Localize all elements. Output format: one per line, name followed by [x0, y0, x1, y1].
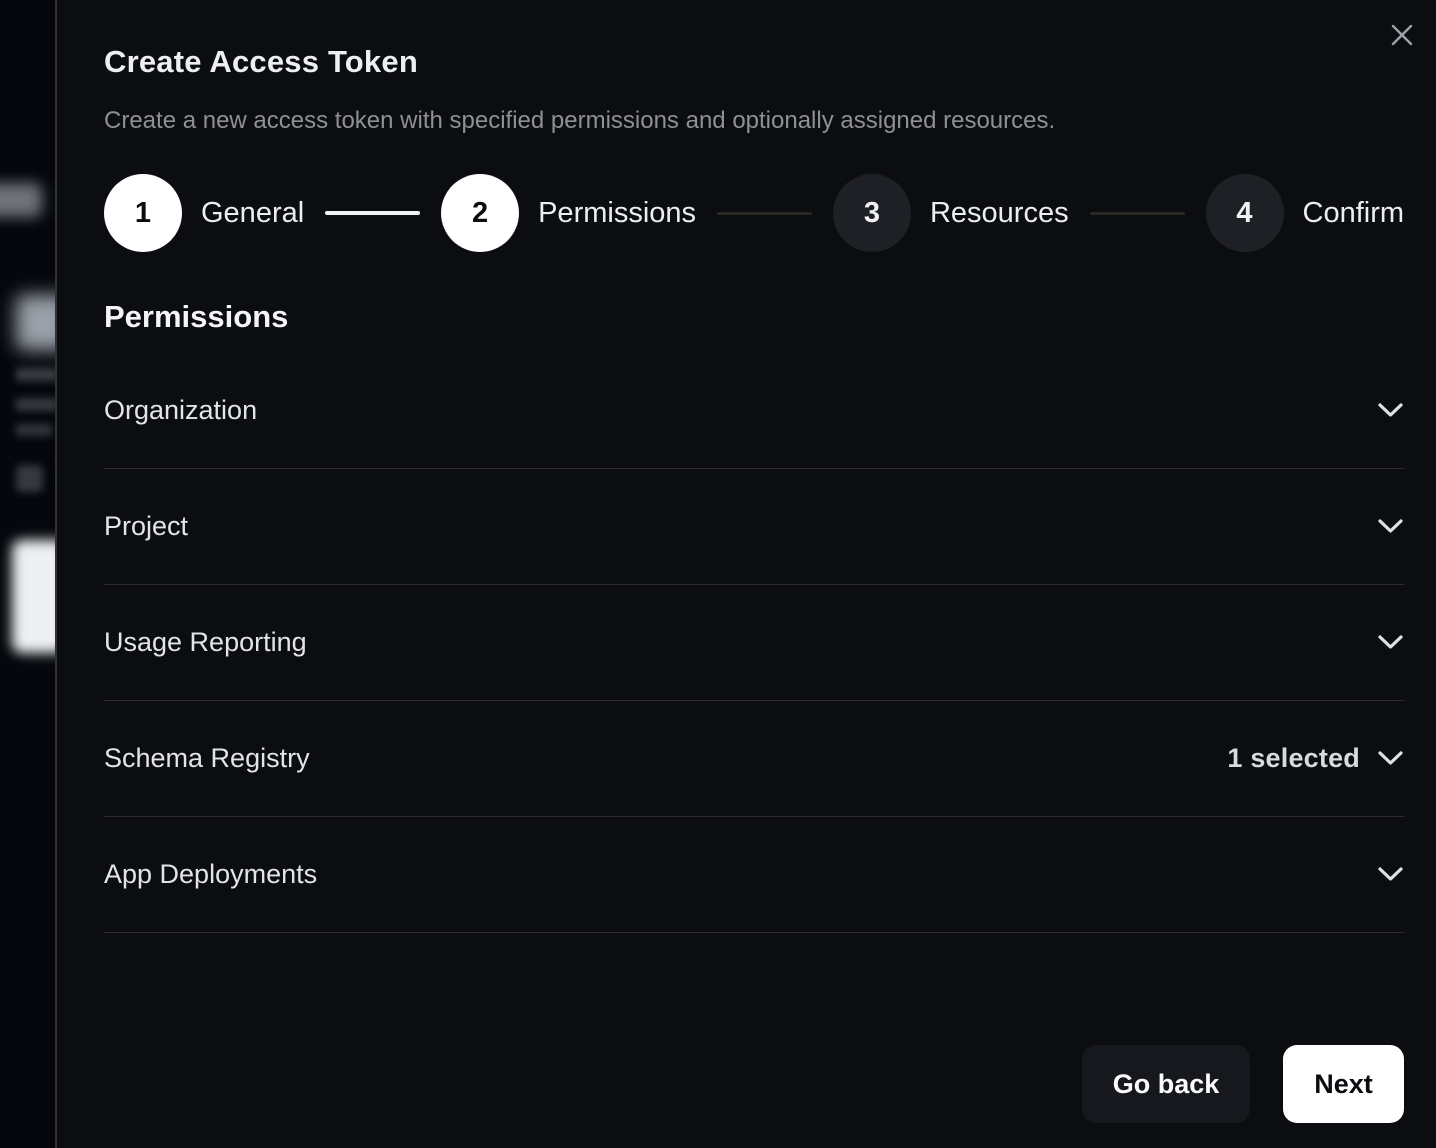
- chevron-down-icon: [1377, 866, 1404, 883]
- background-blur-fragment: [16, 368, 55, 381]
- background-blur-fragment: [12, 540, 55, 653]
- stepper-step-permissions[interactable]: 2 Permissions: [441, 174, 696, 252]
- chevron-down-icon: [1377, 518, 1404, 535]
- background-blur-fragment: [16, 424, 52, 436]
- accordion-row-usage-reporting[interactable]: Usage Reporting: [104, 585, 1404, 701]
- background-blur-fragment: [16, 398, 55, 411]
- next-button[interactable]: Next: [1283, 1045, 1404, 1123]
- chevron-down-icon: [1377, 750, 1404, 767]
- chevron-down-icon: [1377, 634, 1404, 651]
- modal-subtitle: Create a new access token with specified…: [104, 107, 1404, 135]
- stepper-connector: [325, 211, 420, 215]
- close-button[interactable]: [1387, 20, 1417, 50]
- accordion-row-label: Project: [104, 511, 188, 542]
- modal-title: Create Access Token: [104, 0, 1404, 80]
- step-label: Permissions: [538, 197, 696, 230]
- step-label: Resources: [930, 197, 1069, 230]
- accordion-row-label: Schema Registry: [104, 743, 310, 774]
- close-icon: [1390, 23, 1414, 47]
- step-number-badge: 1: [104, 174, 182, 252]
- stepper-step-resources[interactable]: 3 Resources: [833, 174, 1069, 252]
- footer-actions: Go back Next: [1082, 1045, 1404, 1123]
- step-label: Confirm: [1303, 197, 1405, 230]
- step-number-badge: 4: [1206, 174, 1284, 252]
- background-blur-fragment: [16, 465, 43, 492]
- accordion-row-label: Usage Reporting: [104, 627, 307, 658]
- step-number-badge: 3: [833, 174, 911, 252]
- stepper-step-confirm[interactable]: 4 Confirm: [1206, 174, 1405, 252]
- background-blur-fragment: [16, 295, 55, 350]
- go-back-button[interactable]: Go back: [1082, 1045, 1250, 1123]
- stepper-step-general[interactable]: 1 General: [104, 174, 304, 252]
- section-heading: Permissions: [104, 299, 1404, 335]
- background-page-strip: [0, 0, 55, 1148]
- accordion-row-project[interactable]: Project: [104, 469, 1404, 585]
- chevron-down-icon: [1377, 402, 1404, 419]
- stepper: 1 General 2 Permissions 3 Resources 4 Co…: [104, 174, 1404, 252]
- step-number-badge: 2: [441, 174, 519, 252]
- background-blur-fragment: [0, 183, 42, 217]
- accordion-row-app-deployments[interactable]: App Deployments: [104, 817, 1404, 933]
- create-access-token-modal: Create Access Token Create a new access …: [55, 0, 1436, 1148]
- step-label: General: [201, 197, 304, 230]
- accordion-row-label: Organization: [104, 395, 257, 426]
- accordion-row-organization[interactable]: Organization: [104, 353, 1404, 469]
- stepper-connector: [717, 212, 812, 215]
- accordion-row-label: App Deployments: [104, 859, 317, 890]
- accordion-row-schema-registry[interactable]: Schema Registry 1 selected: [104, 701, 1404, 817]
- stepper-connector: [1090, 212, 1185, 215]
- selection-count-badge: 1 selected: [1227, 743, 1360, 774]
- permissions-accordion: Organization Project Usage Reporting: [104, 353, 1404, 933]
- page-background: Create Access Token Create a new access …: [0, 0, 1436, 1148]
